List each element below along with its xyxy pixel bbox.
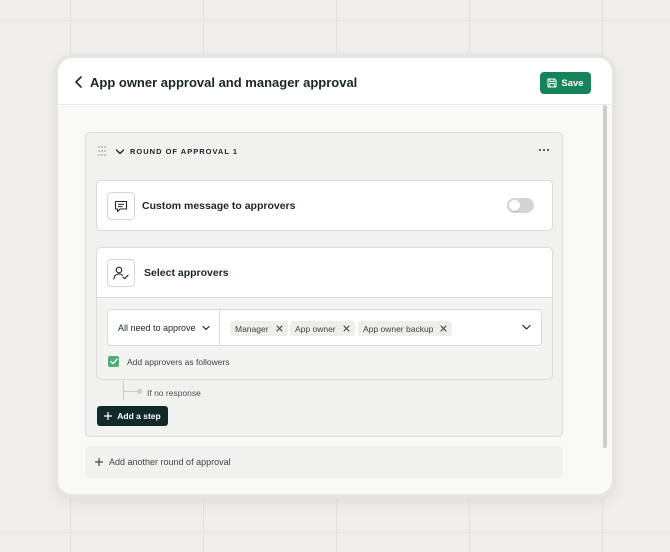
add-step-button[interactable]: Add a step <box>97 406 168 426</box>
custom-message-toggle[interactable] <box>507 198 534 213</box>
approval-mode-value: All need to approve <box>118 322 196 333</box>
chip-label: Manager <box>235 323 269 334</box>
modal-header: App owner approval and manager approval … <box>58 58 612 105</box>
remove-chip-icon[interactable] <box>276 325 283 332</box>
approver-chip-app-owner: App owner <box>290 321 355 336</box>
collapse-chevron-icon[interactable] <box>115 148 125 156</box>
add-round-button[interactable]: Add another round of approval <box>85 446 563 478</box>
approval-round-card: ROUND OF APPROVAL 1 Custom message to ap… <box>85 132 563 437</box>
modal-content: ROUND OF APPROVAL 1 Custom message to ap… <box>58 106 612 494</box>
checkmark-icon <box>109 358 118 365</box>
page-title: App owner approval and manager approval <box>90 75 358 90</box>
add-followers-label: Add approvers as followers <box>127 357 230 367</box>
select-approvers-card: Select approvers All need to approve Man… <box>96 247 553 380</box>
custom-message-label: Custom message to approvers <box>142 200 296 212</box>
plus-icon <box>95 458 103 466</box>
message-icon-box <box>107 192 135 220</box>
toggle-knob <box>509 200 520 211</box>
approver-icon-box <box>107 259 135 287</box>
step-connector-dot <box>137 389 142 394</box>
approver-chip-manager: Manager <box>230 321 288 336</box>
approver-chip-app-owner-backup: App owner backup <box>358 321 453 336</box>
add-followers-checkbox[interactable] <box>108 356 119 367</box>
user-check-icon <box>113 266 129 280</box>
approval-mode-dropdown[interactable]: All need to approve <box>108 310 220 345</box>
save-label: Save <box>561 77 584 89</box>
round-title: ROUND OF APPROVAL 1 <box>130 147 239 156</box>
add-step-label: Add a step <box>117 411 161 421</box>
remove-chip-icon[interactable] <box>343 325 350 332</box>
step-connector-branch <box>123 391 137 392</box>
add-round-label: Add another round of approval <box>109 457 231 467</box>
save-icon <box>547 78 557 88</box>
select-approvers-header: Select approvers <box>97 248 552 298</box>
remove-chip-icon[interactable] <box>440 325 447 332</box>
approvers-selector-row: All need to approve Manager App owner Ap… <box>107 309 542 346</box>
plus-icon <box>104 412 113 420</box>
scrollbar-thumb[interactable] <box>603 105 607 448</box>
save-button[interactable]: Save <box>540 72 591 94</box>
custom-message-card: Custom message to approvers <box>96 180 553 231</box>
select-approvers-label: Select approvers <box>144 267 229 279</box>
drag-handle-icon[interactable] <box>97 145 107 157</box>
no-response-label[interactable]: If no response <box>147 388 201 398</box>
chip-label: App owner <box>295 323 336 334</box>
back-arrow-icon[interactable] <box>72 75 86 89</box>
chat-message-icon <box>114 200 128 212</box>
more-options-icon[interactable] <box>538 148 550 152</box>
approvers-dropdown-chevron-icon[interactable] <box>522 324 531 331</box>
approval-modal: App owner approval and manager approval … <box>58 58 612 494</box>
chevron-down-icon <box>201 325 210 330</box>
chip-label: App owner backup <box>363 323 434 334</box>
